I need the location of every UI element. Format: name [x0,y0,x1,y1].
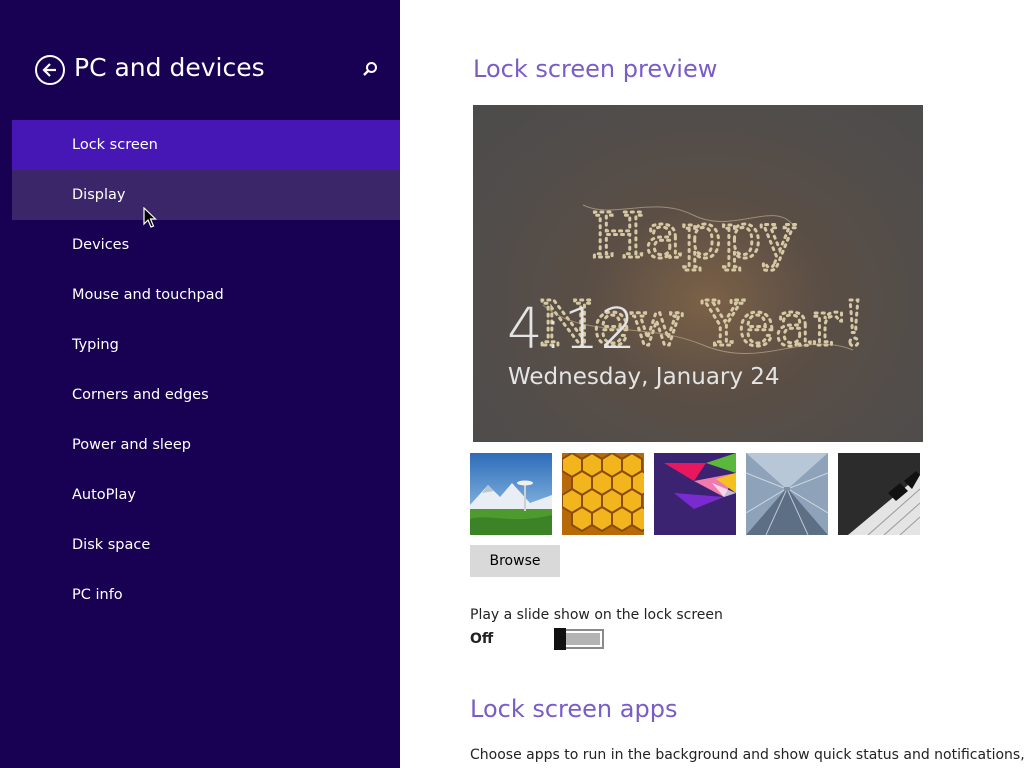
sidebar-item-label: PC info [72,587,123,603]
lock-screen-preview: Happy New Year! 4:12 Wednesday, January … [473,105,923,442]
art-text-happy: Happy [591,199,796,272]
sidebar-item-label: Lock screen [72,137,158,153]
slideshow-toggle-state: Off [470,631,494,647]
sidebar: PC and devices Lock screen Display Devic… [0,0,400,768]
happy-new-year-art: Happy New Year! [538,198,868,362]
settings-nav: Lock screen Display Devices Mouse and to… [12,120,400,620]
moving-walkway-image [746,453,828,535]
thumbnail-moving-walkway[interactable] [746,453,828,535]
back-arrow-icon [42,63,56,77]
sidebar-item-mouse-and-touchpad[interactable]: Mouse and touchpad [12,270,400,320]
browse-button[interactable]: Browse [470,545,560,577]
sidebar-item-power-and-sleep[interactable]: Power and sleep [12,420,400,470]
sidebar-item-label: Typing [72,337,119,353]
lock-screen-date: Wednesday, January 24 [508,364,780,390]
sidebar-item-label: Devices [72,237,130,253]
piano-keys-image [838,453,920,535]
toggle-knob [554,628,566,650]
sidebar-item-lock-screen[interactable]: Lock screen [12,120,400,170]
lock-screen-time: 4:12 [507,297,637,362]
sidebar-item-corners-and-edges[interactable]: Corners and edges [12,370,400,420]
sidebar-item-label: Mouse and touchpad [72,287,224,303]
sidebar-item-label: AutoPlay [72,487,136,503]
sidebar-item-autoplay[interactable]: AutoPlay [12,470,400,520]
honeycomb-image [562,453,644,535]
thumbnail-space-needle[interactable] [470,453,552,535]
space-needle-image [470,453,552,535]
mouse-cursor-icon [143,207,157,228]
background-thumbnails [470,453,930,535]
search-button[interactable] [360,60,380,80]
sidebar-item-devices[interactable]: Devices [12,220,400,270]
slideshow-label: Play a slide show on the lock screen [470,607,723,623]
sidebar-item-display[interactable]: Display [12,170,400,220]
sidebar-item-pc-info[interactable]: PC info [12,570,400,620]
sidebar-item-label: Corners and edges [72,387,209,403]
sidebar-item-label: Power and sleep [72,437,191,453]
sidebar-item-label: Disk space [72,537,151,553]
colorful-shapes-image [654,453,736,535]
main-content: Lock screen preview Happy New Year! 4:12… [400,0,1024,768]
sidebar-item-typing[interactable]: Typing [12,320,400,370]
back-button[interactable] [35,55,65,85]
thumbnail-honeycomb[interactable] [562,453,644,535]
slideshow-toggle[interactable] [554,628,604,650]
sidebar-item-disk-space[interactable]: Disk space [12,520,400,570]
sidebar-item-label: Display [72,187,126,203]
lock-screen-apps-description: Choose apps to run in the background and… [470,747,1024,763]
thumbnail-piano-keys[interactable] [838,453,920,535]
section-heading-lock-screen-apps: Lock screen apps [470,695,678,723]
search-icon [363,62,377,76]
section-heading-lock-screen-preview: Lock screen preview [473,55,718,83]
page-title: PC and devices [74,53,265,82]
thumbnail-colorful-shapes[interactable] [654,453,736,535]
